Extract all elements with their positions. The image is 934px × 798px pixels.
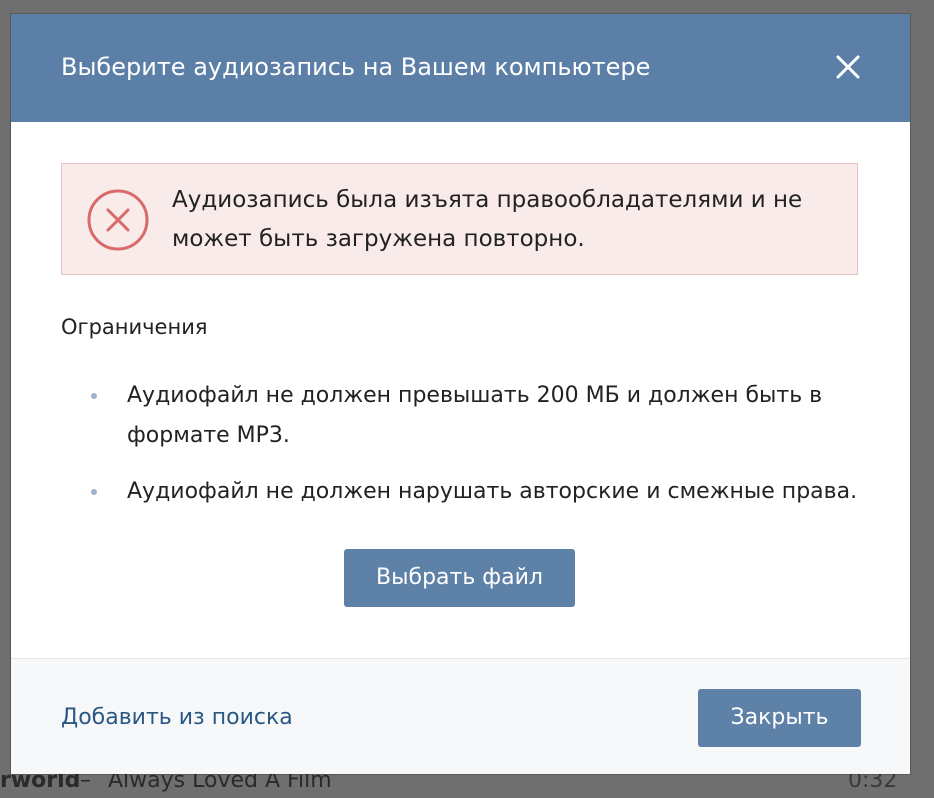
bullet-icon [91,393,97,399]
restriction-item: Аудиофайл не должен превышать 200 МБ и д… [61,376,861,456]
error-message-text: Аудиозапись была изъята правообладателям… [172,187,803,252]
restrictions-heading: Ограничения [61,315,208,339]
error-message-box: Аудиозапись была изъята правообладателям… [61,163,858,275]
dialog-header: Выберите аудиозапись на Вашем компьютере [11,14,910,122]
select-file-button[interactable]: Выбрать файл [344,549,575,607]
restriction-item-text: Аудиофайл не должен нарушать авторские и… [127,479,858,504]
restriction-item-text: Аудиофайл не должен превышать 200 МБ и д… [127,383,823,448]
dialog-title: Выберите аудиозапись на Вашем компьютере [61,53,651,81]
close-icon[interactable] [831,50,865,84]
dialog-footer: Добавить из поиска Закрыть [11,658,910,774]
restriction-item: Аудиофайл не должен нарушать авторские и… [61,472,861,512]
restrictions-list: Аудиофайл не должен превышать 200 МБ и д… [61,376,861,512]
close-button[interactable]: Закрыть [698,689,861,747]
bullet-icon [91,489,97,495]
add-from-search-link[interactable]: Добавить из поиска [61,703,293,733]
upload-audio-dialog: Выберите аудиозапись на Вашем компьютере… [11,14,910,774]
error-circle-x-icon [86,188,150,252]
